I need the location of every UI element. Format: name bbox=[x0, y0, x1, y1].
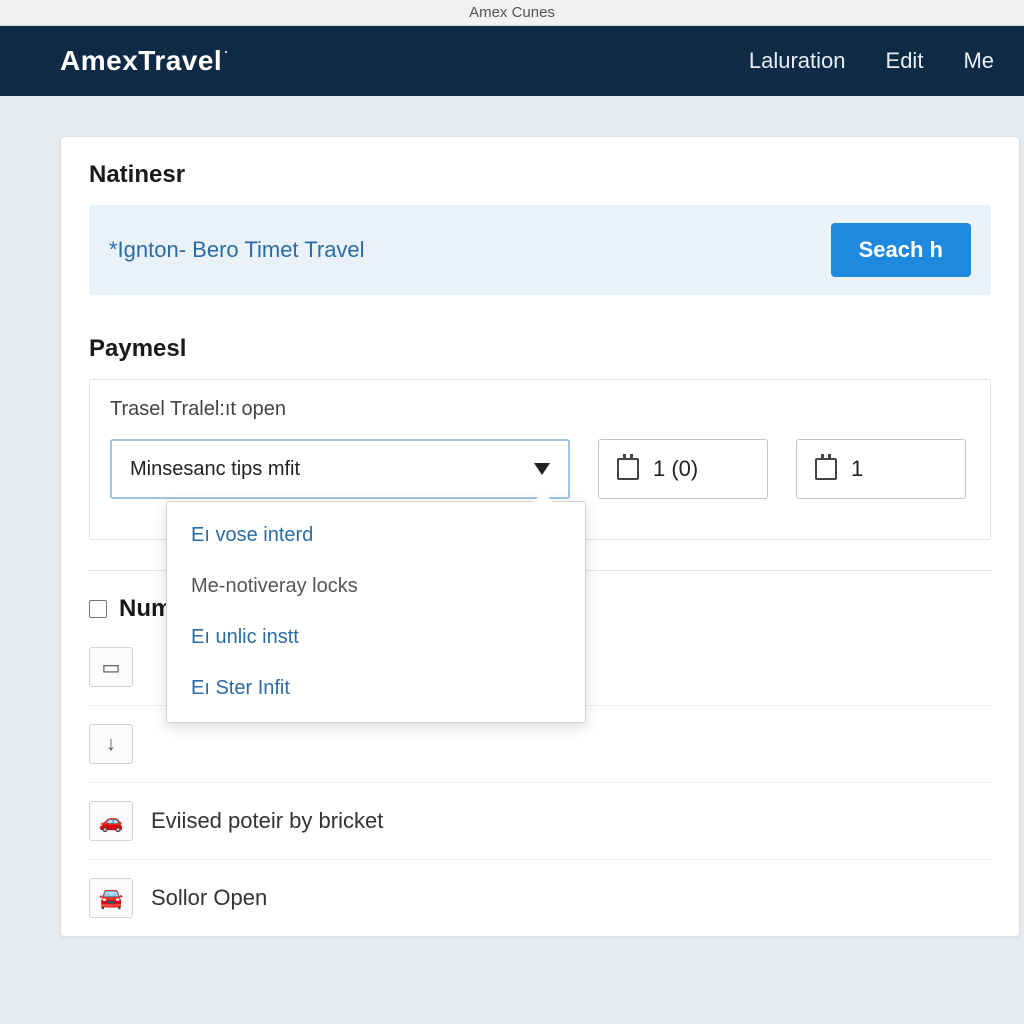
section-payments-title: Paymesl bbox=[89, 335, 991, 363]
calendar-icon bbox=[617, 458, 639, 480]
date-field-1[interactable]: 1 (0) bbox=[598, 439, 768, 499]
dropdown-option-0[interactable]: Eı vose interd bbox=[167, 510, 585, 561]
date-2-value: 1 bbox=[851, 456, 863, 482]
trip-type-dropdown: Eı vose interd Me-notiveray locks Eı unl… bbox=[166, 501, 586, 723]
doc-icon bbox=[89, 600, 107, 618]
trip-type-select-wrap: Minsesanc tips mfit Eı vose interd Me-no… bbox=[110, 439, 570, 499]
dropdown-option-2[interactable]: Eı unlic instt bbox=[167, 612, 585, 663]
main-card: Natinesr *Ignton- Bero Timet Travel Seac… bbox=[60, 136, 1020, 937]
nav-me[interactable]: Me bbox=[963, 48, 994, 74]
brand-text: AmexTravel bbox=[60, 45, 222, 76]
car-icon: 🚘 bbox=[89, 878, 133, 918]
trip-type-label: Trasel Tralel:ıt open bbox=[110, 398, 970, 421]
date-field-2[interactable]: 1 bbox=[796, 439, 966, 499]
inputs-row: Minsesanc tips mfit Eı vose interd Me-no… bbox=[110, 439, 970, 539]
badge-icon: ▭ bbox=[89, 647, 133, 687]
brand-mark: · bbox=[224, 45, 229, 59]
chevron-down-icon bbox=[534, 463, 550, 475]
top-navbar: AmexTravel· Laluration Edit Me bbox=[0, 26, 1024, 96]
list-item[interactable]: 🚗 Eviised poteir by bricket bbox=[89, 782, 991, 859]
dropdown-option-3[interactable]: Eı Ster Infit bbox=[167, 663, 585, 714]
list-item-label: Eviised poteir by bricket bbox=[151, 808, 383, 834]
search-banner-text[interactable]: *Ignton- Bero Timet Travel bbox=[109, 237, 831, 263]
car-icon: 🚗 bbox=[89, 801, 133, 841]
nav-edit[interactable]: Edit bbox=[886, 48, 924, 74]
date-1-value: 1 (0) bbox=[653, 456, 698, 482]
trip-type-select[interactable]: Minsesanc tips mfit bbox=[110, 439, 570, 499]
window-title: Amex Cunes bbox=[469, 4, 555, 21]
trip-type-value: Minsesanc tips mfit bbox=[130, 458, 300, 481]
page-body: Natinesr *Ignton- Bero Timet Travel Seac… bbox=[0, 96, 1024, 937]
payments-panel: Trasel Tralel:ıt open Minsesanc tips mfi… bbox=[89, 379, 991, 540]
list-item-label: Sollor Open bbox=[151, 885, 267, 911]
search-band: *Ignton- Bero Timet Travel Seach h bbox=[89, 205, 991, 295]
section-num-title-text: Num bbox=[119, 595, 172, 623]
section-natinesr-title: Natinesr bbox=[89, 161, 991, 189]
search-button[interactable]: Seach h bbox=[831, 223, 971, 277]
brand-logo[interactable]: AmexTravel· bbox=[60, 45, 229, 77]
arrow-down-icon: ↓ bbox=[89, 724, 133, 764]
dropdown-option-1[interactable]: Me-notiveray locks bbox=[167, 561, 585, 612]
nav-laluration[interactable]: Laluration bbox=[749, 48, 846, 74]
list-item[interactable]: 🚘 Sollor Open bbox=[89, 859, 991, 936]
window-titlebar: Amex Cunes bbox=[0, 0, 1024, 26]
calendar-icon bbox=[815, 458, 837, 480]
